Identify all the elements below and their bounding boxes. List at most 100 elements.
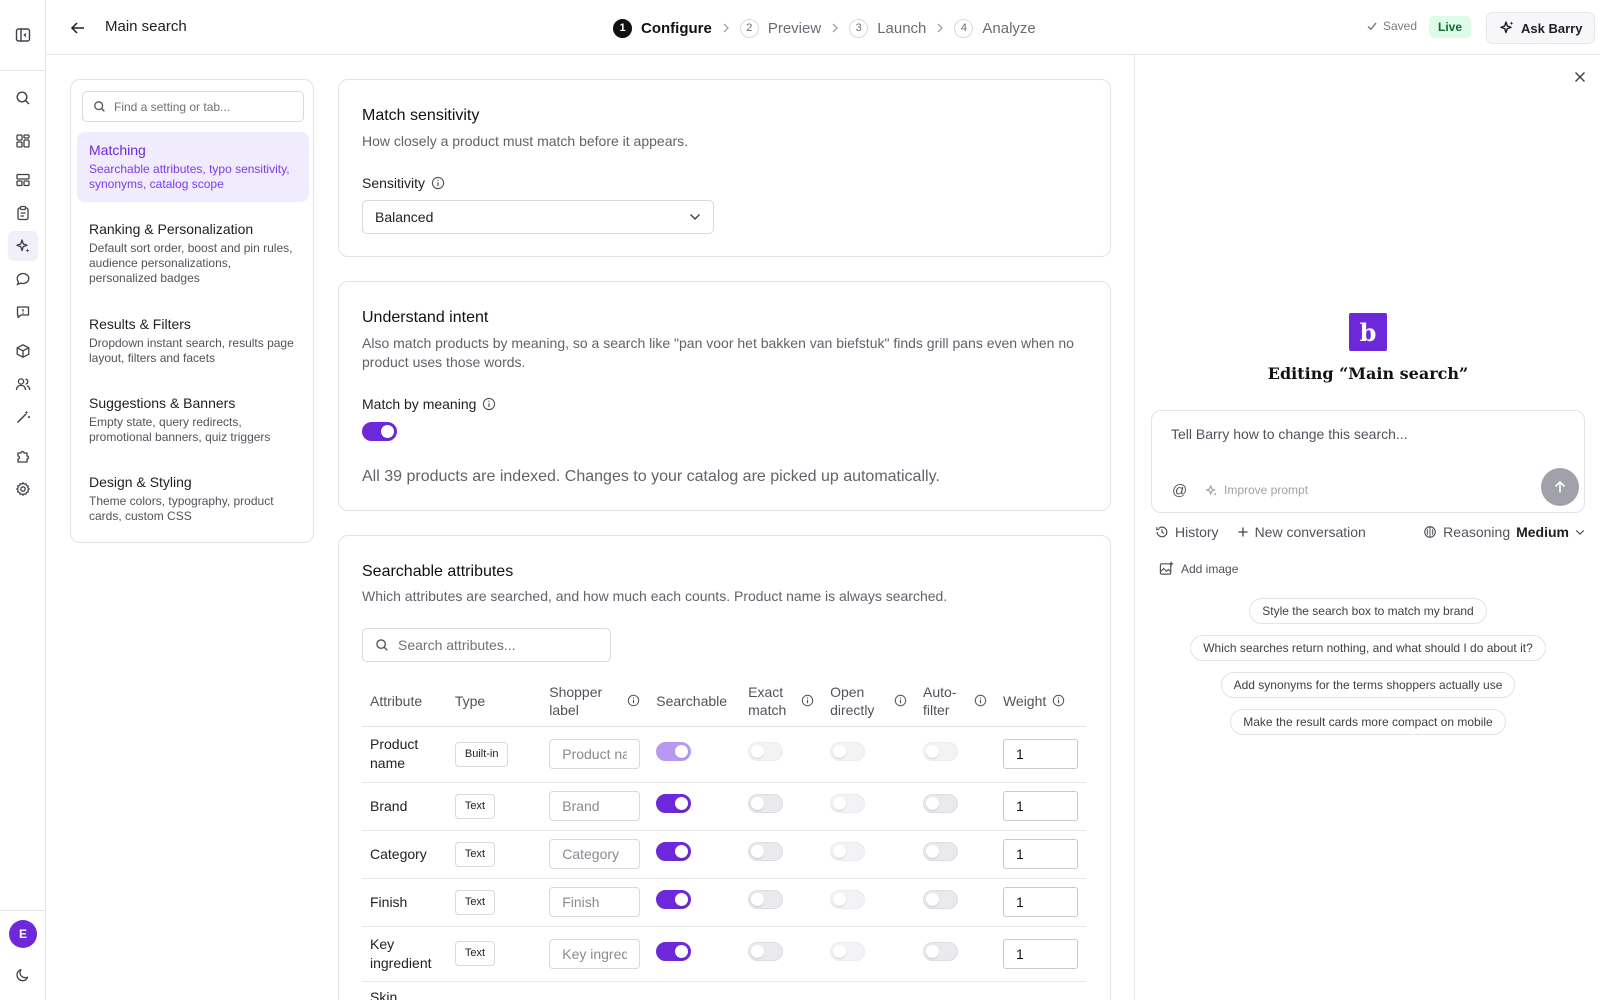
info-icon[interactable]: [1052, 694, 1065, 707]
clipboard-icon[interactable]: [13, 203, 33, 223]
rail-divider: [0, 910, 46, 911]
step-number: 2: [739, 18, 759, 38]
shopper-label-input[interactable]: [549, 791, 641, 821]
ask-barry-button[interactable]: Ask Barry: [1486, 12, 1596, 44]
type-badge: Text: [454, 793, 496, 819]
section-subtitle: How closely a product must match before …: [362, 133, 689, 149]
type-badge: Built-in: [454, 741, 509, 767]
weight-input[interactable]: [1002, 938, 1078, 969]
open-directly-toggle: [830, 941, 866, 961]
back-arrow-icon[interactable]: [68, 18, 88, 38]
searchable-toggle[interactable]: [656, 794, 692, 813]
open-directly-toggle[interactable]: [830, 742, 866, 761]
barry-logo: b: [1349, 313, 1387, 351]
prompt-input[interactable]: [1171, 426, 1551, 456]
nav-item-results-filters[interactable]: Results & Filters Dropdown instant searc…: [77, 306, 309, 376]
weight-input[interactable]: [1002, 791, 1078, 821]
shopper-label-input[interactable]: [549, 938, 641, 969]
suggestion-chip[interactable]: Style the search box to match my brand: [1249, 598, 1487, 624]
suggestion-chip[interactable]: Add synonyms for the terms shoppers actu…: [1220, 672, 1516, 698]
info-icon[interactable]: [974, 694, 987, 707]
auto-filter-toggle[interactable]: [923, 842, 959, 861]
step-number: 3: [849, 18, 869, 38]
searchable-toggle: [656, 742, 692, 761]
layout-icon[interactable]: [13, 170, 33, 190]
searchable-toggle[interactable]: [656, 890, 692, 909]
chat-bubble-icon[interactable]: [13, 269, 33, 289]
info-icon[interactable]: [894, 694, 907, 707]
info-icon[interactable]: [431, 176, 445, 190]
shopper-label-input[interactable]: [549, 739, 641, 769]
suggestion-chip[interactable]: Which searches return nothing, and what …: [1190, 635, 1546, 661]
exact-match-toggle[interactable]: [748, 794, 784, 813]
step-label: Preview: [767, 19, 822, 37]
sparkle-icon[interactable]: [8, 231, 38, 261]
nav-item-suggestions-banners[interactable]: Suggestions & Banners Empty state, query…: [77, 385, 309, 455]
icon-rail: E: [0, 0, 46, 1000]
new-conversation-button[interactable]: New conversation: [1237, 524, 1366, 540]
send-button[interactable]: [1541, 468, 1579, 506]
attribute-name: Product name: [362, 726, 447, 783]
info-icon[interactable]: [627, 694, 640, 707]
dark-mode-moon-icon[interactable]: [13, 965, 33, 985]
sensitivity-select[interactable]: Balanced: [362, 200, 714, 234]
nav-item-title: Matching: [89, 142, 146, 158]
searchable-toggle[interactable]: [656, 842, 692, 861]
magic-wand-icon[interactable]: [13, 407, 33, 427]
feedback-icon[interactable]: [13, 302, 33, 322]
users-icon[interactable]: [13, 374, 33, 394]
type-badge: Text: [454, 889, 496, 915]
dashboard-icon[interactable]: [13, 131, 33, 151]
exact-match-toggle[interactable]: [748, 842, 784, 861]
nav-item-design-styling[interactable]: Design & Styling Theme colors, typograph…: [77, 464, 309, 534]
auto-filter-toggle[interactable]: [923, 941, 959, 961]
search-icon[interactable]: [13, 88, 33, 108]
attribute-search-input[interactable]: [398, 637, 598, 653]
prompt-box: @ Improve prompt: [1151, 410, 1585, 513]
add-image-label: Add image: [1181, 561, 1239, 576]
nav-item-matching[interactable]: Matching Searchable attributes, typo sen…: [77, 132, 309, 202]
reasoning-select[interactable]: Reasoning Medium: [1423, 524, 1585, 540]
weight-input[interactable]: [1002, 887, 1078, 917]
close-icon[interactable]: [1572, 69, 1588, 85]
gear-icon[interactable]: [13, 479, 33, 499]
package-icon[interactable]: [13, 341, 33, 361]
exact-match-toggle[interactable]: [748, 742, 784, 761]
shopper-label-input[interactable]: [549, 839, 641, 869]
info-icon[interactable]: [801, 694, 814, 707]
history-button[interactable]: History: [1155, 524, 1219, 540]
exact-match-toggle[interactable]: [748, 941, 784, 961]
column-header-searchable: Searchable: [648, 676, 741, 727]
nav-item-desc: Theme colors, typography, product cards,…: [89, 494, 274, 523]
column-header-shopper-label: Shopper label: [541, 676, 649, 727]
match-by-meaning-toggle[interactable]: [362, 422, 397, 444]
step-configure[interactable]: 1 Configure: [613, 18, 712, 38]
settings-search-input[interactable]: [114, 99, 294, 114]
step-analyze[interactable]: 4 Analyze: [954, 18, 1036, 38]
saved-label: Saved: [1383, 19, 1418, 33]
info-icon[interactable]: [482, 397, 496, 411]
sidebar-toggle-icon[interactable]: [13, 25, 33, 45]
attribute-name: Skin: [362, 981, 447, 1000]
step-number: 4: [954, 18, 974, 38]
match-sensitivity-card: Match sensitivity How closely a product …: [338, 79, 1111, 257]
add-image-button[interactable]: Add image: [1159, 561, 1238, 576]
auto-filter-toggle[interactable]: [923, 794, 959, 813]
exact-match-toggle[interactable]: [748, 890, 784, 909]
auto-filter-toggle[interactable]: [923, 890, 959, 909]
sensitivity-label: Sensitivity: [362, 175, 445, 191]
user-avatar[interactable]: E: [9, 920, 37, 948]
nav-item-ranking-personalization[interactable]: Ranking & Personalization Default sort o…: [77, 211, 309, 296]
auto-filter-toggle[interactable]: [923, 742, 959, 761]
suggestion-chip[interactable]: Make the result cards more compact on mo…: [1230, 709, 1506, 735]
step-launch[interactable]: 3 Launch: [849, 18, 926, 38]
step-preview[interactable]: 2 Preview: [739, 18, 822, 38]
weight-input[interactable]: [1002, 739, 1078, 769]
shopper-label-input[interactable]: [549, 887, 641, 917]
improve-prompt-button[interactable]: Improve prompt: [1205, 483, 1308, 497]
mention-button[interactable]: @: [1172, 482, 1187, 499]
searchable-toggle[interactable]: [656, 941, 692, 961]
weight-input[interactable]: [1002, 839, 1078, 869]
puzzle-icon[interactable]: [13, 446, 33, 466]
table-row: Brand Text: [362, 782, 1086, 831]
